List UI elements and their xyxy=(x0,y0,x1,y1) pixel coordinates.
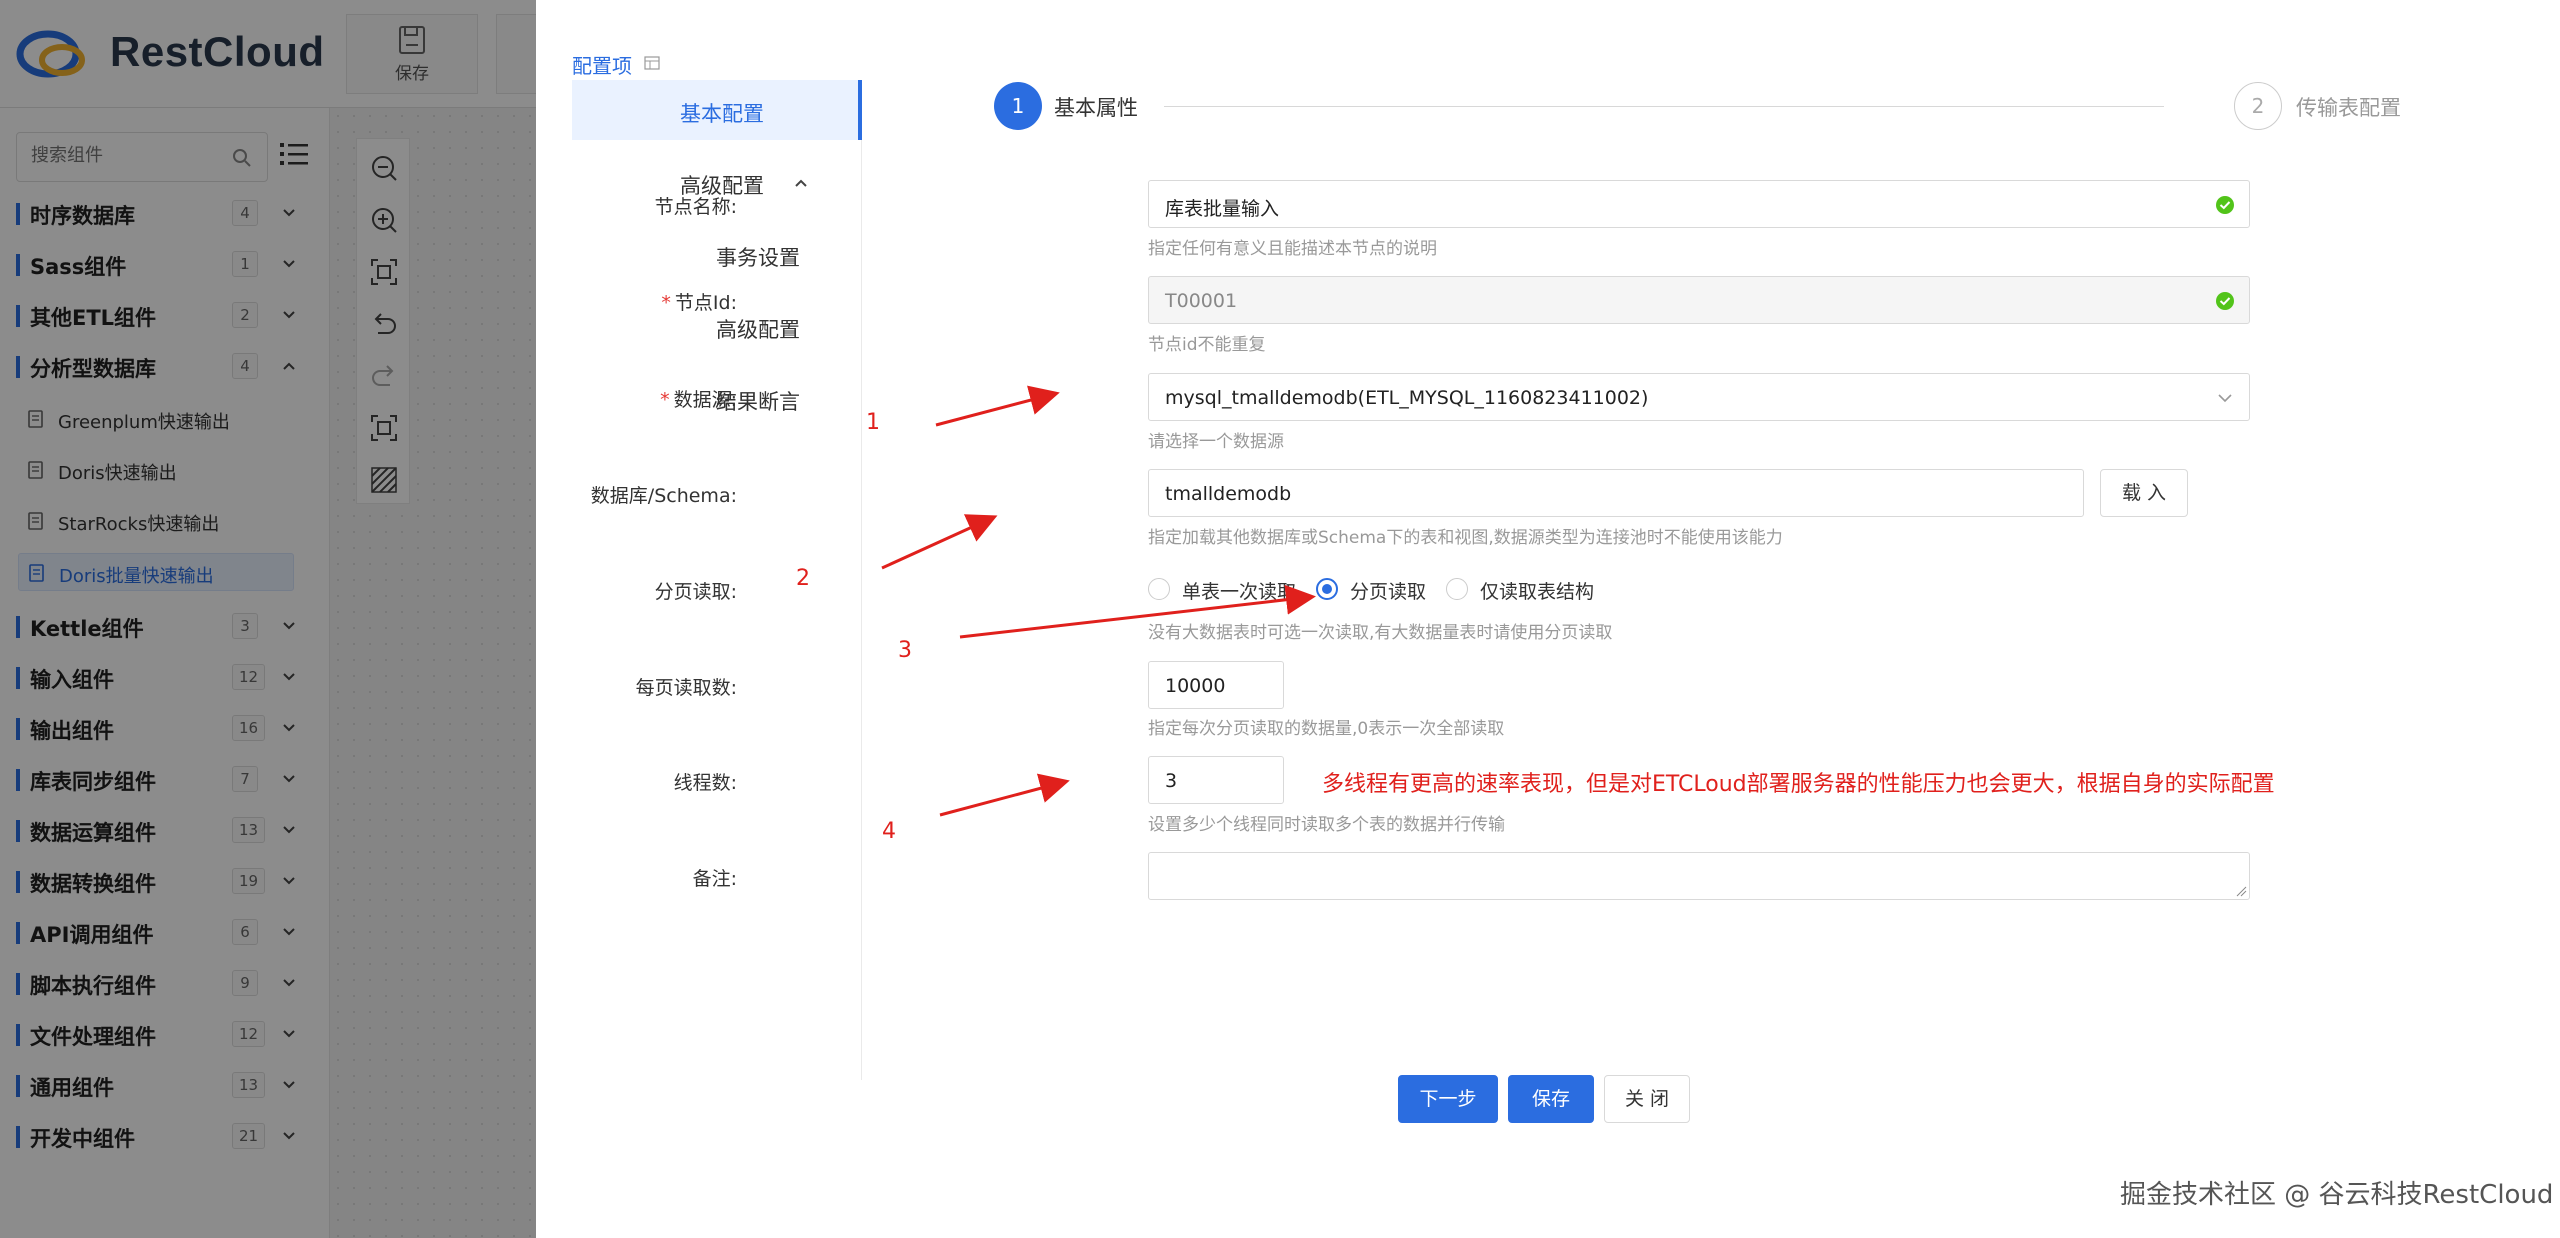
remark-textarea[interactable] xyxy=(1148,852,2250,900)
annotation-number: 4 xyxy=(882,819,896,844)
background-app: RestCloud 保存 时序数据库 4 xyxy=(0,0,536,1238)
radio-label: 分页读取 xyxy=(1350,581,1427,603)
schema-value: tmalldemodb xyxy=(1165,483,1292,505)
node-id-label: * 节点Id: xyxy=(537,288,737,315)
radio-dot[interactable] xyxy=(1316,578,1338,600)
close-button[interactable]: 关 闭 xyxy=(1604,1075,1690,1123)
check-circle-icon xyxy=(2216,196,2234,214)
required-mark: * xyxy=(660,389,670,411)
remark-label: 备注: xyxy=(537,864,737,891)
table-icon xyxy=(644,56,660,70)
save-button[interactable]: 保存 xyxy=(1508,1075,1594,1123)
annotation-arrow-2 xyxy=(881,514,998,570)
datasource-label: * 数据源: xyxy=(537,385,737,412)
paging-label-text: 分页读取: xyxy=(654,581,737,603)
remark-label-text: 备注: xyxy=(692,868,737,890)
node-name-value: 库表批量输入 xyxy=(1165,198,1280,220)
schema-label-text: 数据库/Schema: xyxy=(590,485,737,507)
step-2-indicator[interactable]: 2 xyxy=(2234,82,2282,130)
datasource-select[interactable]: mysql_tmalldemodb(ETL_MYSQL_116082341100… xyxy=(1148,373,2250,421)
chevron-up-icon[interactable] xyxy=(792,174,810,192)
menu-item-basic-config[interactable]: 基本配置 xyxy=(572,80,862,140)
annotation-number: 2 xyxy=(796,566,810,591)
schema-label: 数据库/Schema: xyxy=(537,481,737,508)
load-button[interactable]: 载 入 xyxy=(2100,469,2188,517)
step-1-label[interactable]: 基本属性 xyxy=(1054,92,1138,122)
config-drawer: 配置项 基本配置 高级配置 事务设置 高级配置 结果断言 1 基本属性 2 传输… xyxy=(536,0,2560,1238)
annotation-arrow-4 xyxy=(939,773,1070,817)
schema-input[interactable]: tmalldemodb xyxy=(1148,469,2084,517)
step-2-label[interactable]: 传输表配置 xyxy=(2296,92,2401,122)
threads-value: 3 xyxy=(1165,770,1178,792)
paging-label: 分页读取: xyxy=(537,577,737,604)
datasource-label-text: 数据源: xyxy=(673,389,737,411)
schema-hint: 指定加载其他数据库或Schema下的表和视图,数据源类型为连接池时不能使用该能力 xyxy=(1148,528,1783,548)
required-mark: * xyxy=(661,292,671,314)
check-circle-icon xyxy=(2216,292,2234,310)
datasource-value: mysql_tmalldemodb(ETL_MYSQL_116082341100… xyxy=(1165,387,1649,409)
page-size-label: 每页读取数: xyxy=(537,673,737,700)
watermark: 掘金技术社区 @ 谷云科技RestCloud xyxy=(2120,1180,2554,1210)
node-id-field: T00001 xyxy=(1148,276,2250,324)
datasource-hint: 请选择一个数据源 xyxy=(1148,432,1284,452)
node-name-field[interactable]: 库表批量输入 xyxy=(1148,180,2250,228)
annotation-note: 多线程有更高的速率表现，但是对ETCLoud部署服务器的性能压力也会更大，根据自… xyxy=(1322,772,2275,797)
threads-label: 线程数: xyxy=(537,768,737,795)
node-id-label-text: 节点Id: xyxy=(674,292,737,314)
threads-label-text: 线程数: xyxy=(673,772,737,794)
annotation-arrow-1 xyxy=(935,385,1060,427)
node-name-label: 节点名称: xyxy=(537,192,737,219)
modal-mask[interactable] xyxy=(0,0,536,1238)
threads-hint: 设置多少个线程同时读取多个表的数据并行传输 xyxy=(1148,815,1505,835)
annotation-number: 1 xyxy=(866,410,880,435)
annotation-number: 3 xyxy=(898,638,912,663)
radio-dot[interactable] xyxy=(1148,578,1170,600)
radio-label: 仅读取表结构 xyxy=(1480,581,1595,603)
page-size-hint: 指定每次分页读取的数据量,0表示一次全部读取 xyxy=(1148,719,1505,739)
menu-item-transaction-settings[interactable]: 事务设置 xyxy=(572,224,862,284)
radio-label: 单表一次读取 xyxy=(1182,581,1297,603)
node-name-hint: 指定任何有意义且能描述本节点的说明 xyxy=(1148,239,1437,259)
node-name-label-text: 节点名称: xyxy=(654,196,737,218)
config-title: 配置项 xyxy=(572,54,632,78)
node-id-value: T00001 xyxy=(1165,290,1238,312)
page-size-value: 10000 xyxy=(1165,675,1226,697)
page-size-label-text: 每页读取数: xyxy=(635,677,737,699)
node-id-hint: 节点id不能重复 xyxy=(1148,335,1266,355)
menu-item-label: 高级配置 xyxy=(716,318,800,342)
radio-dot[interactable] xyxy=(1446,578,1468,600)
next-step-button[interactable]: 下一步 xyxy=(1398,1075,1498,1123)
menu-item-label: 事务设置 xyxy=(716,246,800,270)
step-divider xyxy=(1164,106,2164,107)
chevron-down-icon[interactable] xyxy=(2215,388,2235,408)
resize-handle-icon[interactable] xyxy=(2235,885,2247,897)
paging-hint: 没有大数据表时可选一次读取,有大数据量表时请使用分页读取 xyxy=(1148,623,1613,643)
threads-input[interactable]: 3 xyxy=(1148,756,1284,804)
menu-item-label: 基本配置 xyxy=(680,102,764,126)
step-1-indicator[interactable]: 1 xyxy=(994,82,1042,130)
page-size-input[interactable]: 10000 xyxy=(1148,661,1284,709)
